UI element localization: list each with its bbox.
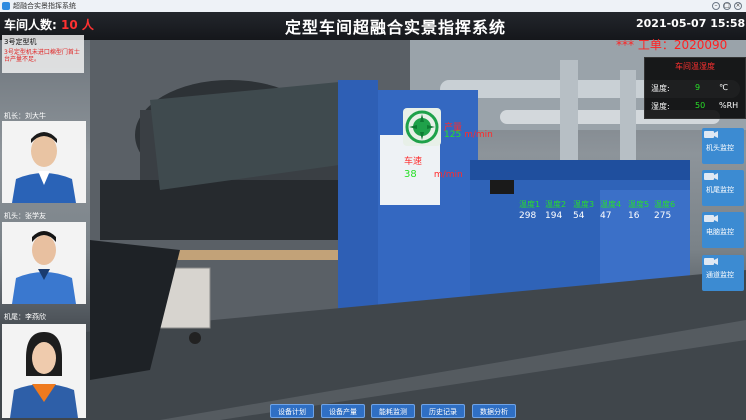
monitor-button-aisle[interactable]: 通道监控 (702, 255, 744, 291)
speed-value-row: 38 m/min (404, 169, 463, 180)
factory-scene-illustration (0, 40, 746, 420)
camera-icon (704, 173, 718, 180)
oven-label: 温度6 (654, 200, 676, 209)
staff-label-tail: 机尾：李燕欣 (4, 313, 46, 321)
camera-icon (704, 131, 718, 138)
alarm-message: 3号定型机未进口棉型门首士台产量不足。 (4, 49, 80, 63)
oven-value: 275 (654, 211, 672, 221)
output-value-row: 125 m/min (444, 130, 493, 140)
oven-value: 298 (519, 211, 537, 221)
nav-equipment-plan[interactable]: 设备计划 (270, 404, 314, 418)
avatar-leader (2, 121, 86, 203)
page-title: 定型车间超融合实景指挥系统 (285, 18, 507, 37)
humidity-label: 湿度: (651, 102, 670, 111)
env-panel-title: 车间温湿度 (675, 62, 715, 71)
meter-icon[interactable] (403, 108, 441, 146)
camera-icon (704, 215, 718, 222)
temp-label: 温度: (651, 84, 670, 93)
oven-label: 温度3 (573, 200, 595, 209)
speed-value: 38 (404, 169, 417, 180)
nav-equipment-output[interactable]: 设备产量 (321, 404, 365, 418)
staff-label-head: 机头：张学友 (4, 212, 46, 220)
output-unit: m/min (464, 130, 493, 140)
people-count: 车间人数: 10 人 (4, 16, 94, 33)
speed-unit: m/min (433, 170, 463, 180)
nav-history[interactable]: 历史记录 (421, 404, 465, 418)
minimize-icon[interactable]: – (712, 2, 720, 10)
alarm-panel: 3号定型机 3号定型机未进口棉型门首士台产量不足。 (2, 35, 84, 73)
oven-label: 温度1 (519, 200, 541, 209)
close-icon[interactable]: × (734, 2, 742, 10)
nav-energy-monitor[interactable]: 能耗监测 (371, 404, 415, 418)
people-count-unit: 人 (81, 18, 94, 32)
people-count-value: 10 (61, 18, 78, 32)
avatar-tail (2, 324, 86, 418)
monitor-button-computer[interactable]: 电脑监控 (702, 212, 744, 248)
output-value: 125 (444, 130, 462, 140)
monitor-label: 通道监控 (706, 271, 734, 279)
humidity-value: 50 (695, 101, 706, 110)
nav-data-analysis[interactable]: 数据分析 (472, 404, 516, 418)
monitor-label: 机头监控 (706, 144, 734, 152)
staff-label-leader: 机长：刘大牛 (4, 112, 46, 120)
monitor-button-head[interactable]: 机头监控 (702, 128, 744, 164)
temp-unit: ℃ (719, 83, 728, 92)
work-order-ticker: *** 工单：2020090 (616, 38, 728, 52)
datetime-display: 2021-05-07 15:58:11 (636, 17, 746, 30)
oven-label: 温度2 (545, 200, 567, 209)
oven-value: 54 (573, 211, 585, 221)
oven-label: 温度4 (600, 200, 622, 209)
humidity-unit: %RH (719, 101, 739, 110)
factory-scene-image (0, 40, 746, 420)
oven-label: 温度5 (628, 200, 650, 209)
camera-icon (704, 258, 718, 265)
monitor-label: 电脑监控 (706, 228, 734, 236)
oven-value: 16 (628, 211, 640, 221)
env-panel: 车间温湿度 温度: 9 ℃ 湿度: 50 %RH (644, 57, 746, 119)
window-title: 超融合实景指挥系统 (13, 2, 76, 10)
avatar-head (2, 222, 86, 304)
monitor-label: 机尾监控 (706, 186, 734, 194)
monitor-button-tail[interactable]: 机尾监控 (702, 170, 744, 206)
maximize-icon[interactable]: □ (723, 2, 731, 10)
app-icon (2, 2, 10, 10)
oven-value: 194 (545, 211, 563, 221)
temp-value: 9 (695, 83, 701, 92)
people-count-label: 车间人数: (4, 18, 57, 32)
speed-label: 车速 (404, 157, 423, 167)
oven-value: 47 (600, 211, 612, 221)
alarm-title: 3号定型机 (4, 38, 37, 46)
